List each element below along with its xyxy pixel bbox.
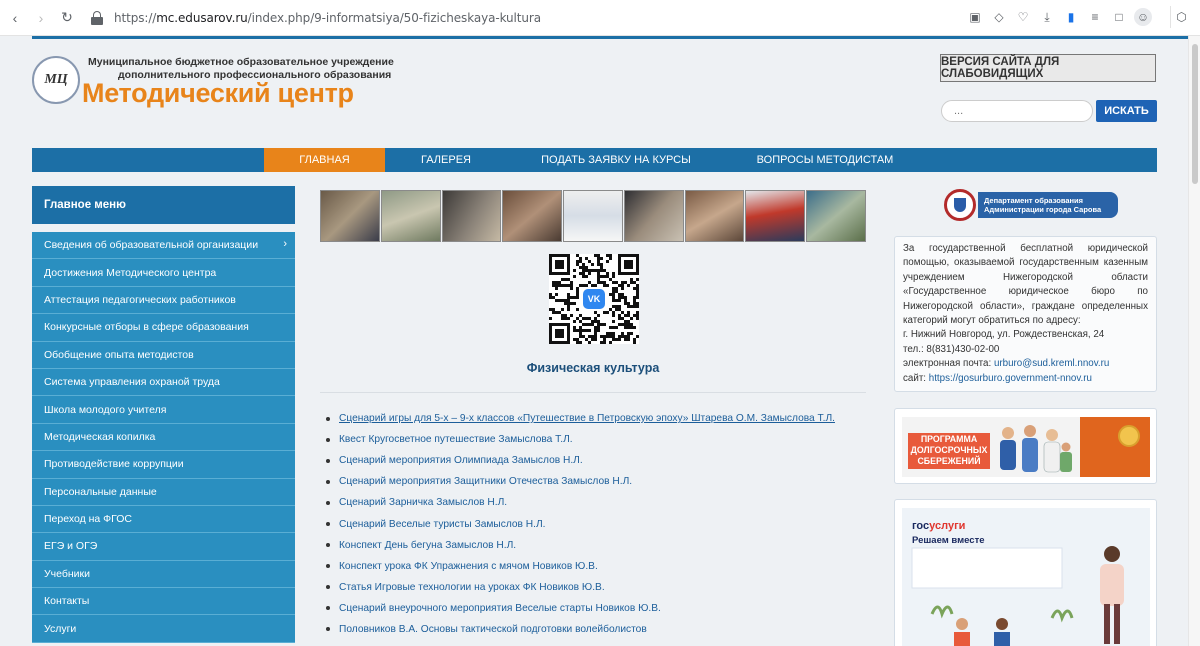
gallery-photo[interactable] — [502, 190, 563, 242]
coin-illustration — [1080, 417, 1150, 477]
gallery-photo[interactable] — [563, 190, 623, 242]
gosuslugi-banner[interactable]: госуслуги Решаем вместе — [894, 499, 1157, 646]
site-logo[interactable]: МЦ — [32, 56, 80, 104]
bullet-icon — [326, 627, 330, 632]
list-item[interactable]: Конспект День бегуна Замыслов Н.Л. — [326, 535, 886, 556]
gallery-photo[interactable] — [380, 190, 441, 242]
department-banner[interactable]: Департамент образования Администрации го… — [944, 186, 1118, 224]
sidebar-item-services[interactable]: Услуги — [32, 615, 295, 643]
family-illustration — [1000, 425, 1072, 473]
page-title: Физическая культура — [526, 361, 660, 375]
divider — [320, 392, 866, 393]
sidebar-item-anti-corruption[interactable]: Противодействие коррупции — [32, 451, 295, 479]
list-item[interactable]: Сценарий игры для 5-х – 9-х классов «Пут… — [326, 408, 886, 429]
sidebar-item-attestation[interactable]: Аттестация педагогических работников — [32, 286, 295, 315]
bullet-icon — [326, 585, 330, 590]
nav-gallery[interactable]: ГАЛЕРЕЯ — [400, 148, 492, 172]
email-link[interactable]: urburo@sud.kreml.nnov.ru — [994, 358, 1109, 369]
savings-program-banner[interactable]: ПРОГРАММА ДОЛГОСРОЧНЫХ СБЕРЕЖЕНИЙ — [894, 408, 1157, 484]
sidebar-item-young-teacher[interactable]: Школа молодого учителя — [32, 396, 295, 424]
site-link[interactable]: https://gosurburo.government-nnov.ru — [929, 373, 1092, 384]
heart-icon[interactable]: ♡ — [1014, 8, 1032, 26]
nav-questions[interactable]: ВОПРОСЫ МЕТОДИСТАМ — [750, 148, 900, 172]
browser-toolbar: ‹ › ↻ https://mc.edusarov.ru/index.php/9… — [0, 0, 1200, 36]
photo-gallery-strip — [320, 190, 867, 242]
list-item[interactable]: Сценарий мероприятия Олимпиада Замыслов … — [326, 450, 886, 471]
brand-title[interactable]: Методический центр — [82, 78, 354, 109]
extensions-cube-icon[interactable]: ⬡ — [1170, 6, 1192, 28]
bullet-icon — [326, 458, 330, 463]
sidebar-icon[interactable]: □ — [1110, 8, 1128, 26]
page-scrollbar[interactable] — [1188, 36, 1200, 646]
bullet-icon — [326, 606, 330, 611]
bullet-icon — [326, 564, 330, 569]
back-icon[interactable]: ‹ — [4, 7, 26, 29]
sidebar-item-labor-safety[interactable]: Система управления охраной труда — [32, 368, 295, 397]
legal-aid-info: За государственной бесплатной юридическо… — [894, 236, 1157, 392]
sidebar-item-contacts[interactable]: Контакты — [32, 588, 295, 616]
menu-lines-icon[interactable]: ≡ — [1086, 8, 1104, 26]
list-item[interactable]: Сценарий Веселые туристы Замыслов Н.Л. — [326, 513, 886, 534]
gallery-photo[interactable] — [745, 190, 806, 242]
list-item[interactable]: Статья Игровые технологии на уроках ФК Н… — [326, 577, 886, 598]
sidebar-item-exams[interactable]: ЕГЭ и ОГЭ — [32, 533, 295, 561]
extension-icons: ▣ ◇ ♡ ⤓ ▮ ≡ □ ☺ — [966, 8, 1152, 26]
top-navigation: ГЛАВНАЯ ГАЛЕРЕЯ ПОДАТЬ ЗАЯВКУ НА КУРСЫ В… — [32, 148, 1157, 172]
gallery-photo[interactable] — [623, 190, 684, 242]
sidebar-item-textbooks[interactable]: Учебники — [32, 560, 295, 589]
scrollbar-thumb[interactable] — [1192, 44, 1198, 184]
list-item[interactable]: Сценарий внеурочного мероприятия Веселые… — [326, 598, 886, 619]
lock-icon[interactable] — [90, 11, 104, 25]
org-name-line1: Муниципальное бюджетное образовательное … — [88, 56, 394, 68]
gallery-photo[interactable] — [806, 190, 867, 242]
reload-icon[interactable]: ↻ — [56, 7, 78, 29]
sidebar-item-fgos[interactable]: Переход на ФГОС — [32, 505, 295, 534]
shield-icon[interactable]: ◇ — [990, 8, 1008, 26]
bullet-icon — [326, 522, 330, 527]
sidebar-item-experience[interactable]: Обобщение опыта методистов — [32, 341, 295, 369]
gosuslugi-logo: госуслуги — [912, 520, 966, 532]
profile-icon[interactable]: ☺ — [1134, 8, 1152, 26]
sidebar-item-achievements[interactable]: Достижения Методического центра — [32, 259, 295, 287]
list-item[interactable]: Сценарий Зарничка Замыслов Н.Л. — [326, 492, 886, 513]
bullet-icon — [326, 416, 330, 421]
gallery-photo[interactable] — [441, 190, 502, 242]
sidebar-item-personal-data[interactable]: Персональные данные — [32, 478, 295, 506]
sidebar-item-methodical-bank[interactable]: Методическая копилка — [32, 423, 295, 452]
web-page: МЦ Муниципальное бюджетное образовательн… — [0, 36, 1188, 646]
promo-title: ПРОГРАММА ДОЛГОСРОЧНЫХ СБЕРЕЖЕНИЙ — [908, 433, 990, 469]
nav-apply-courses[interactable]: ПОДАТЬ ЗАЯВКУ НА КУРСЫ — [536, 148, 696, 172]
low-vision-button[interactable]: ВЕРСИЯ САЙТА ДЛЯ СЛАБОВИДЯЩИХ — [940, 54, 1156, 82]
coat-of-arms-icon — [944, 189, 976, 221]
list-item[interactable]: Квест Кругосветное путешествие Замыслова… — [326, 429, 886, 450]
materials-list: Сценарий игры для 5-х – 9-х классов «Пут… — [326, 408, 886, 640]
battery-icon[interactable]: ▮ — [1062, 8, 1080, 26]
bullet-icon — [326, 500, 330, 505]
nav-home[interactable]: ГЛАВНАЯ — [264, 148, 385, 172]
sidebar-item-competitions[interactable]: Конкурсные отборы в сфере образования — [32, 314, 295, 342]
list-item[interactable]: Сценарий мероприятия Защитники Отечества… — [326, 471, 886, 492]
gallery-photo[interactable] — [320, 190, 380, 242]
top-accent-line — [32, 36, 1188, 39]
bullet-icon — [326, 437, 330, 442]
list-item[interactable]: Половников В.А. Основы тактической подго… — [326, 619, 886, 640]
url-text[interactable]: https://mc.edusarov.ru/index.php/9-infor… — [114, 11, 541, 25]
sidebar-menu: Сведения об образовательной организации ›… — [32, 232, 295, 643]
camera-icon[interactable]: ▣ — [966, 8, 984, 26]
vk-logo-icon: VK — [583, 289, 605, 309]
list-item[interactable]: Конспект урока ФК Упражнения с мячом Нов… — [326, 556, 886, 577]
search-input[interactable] — [941, 100, 1093, 122]
download-icon[interactable]: ⤓ — [1038, 8, 1056, 26]
bullet-icon — [326, 543, 330, 548]
forward-icon[interactable]: › — [30, 7, 52, 29]
gallery-photo[interactable] — [684, 190, 745, 242]
classroom-illustration — [911, 546, 1124, 646]
chevron-right-icon: › — [283, 238, 287, 250]
sidebar-title: Главное меню — [32, 186, 295, 224]
search-button[interactable]: ИСКАТЬ — [1096, 100, 1157, 122]
sidebar-item-org-info[interactable]: Сведения об образовательной организации › — [32, 232, 295, 260]
department-plate: Департамент образования Администрации го… — [978, 192, 1118, 218]
bullet-icon — [326, 479, 330, 484]
